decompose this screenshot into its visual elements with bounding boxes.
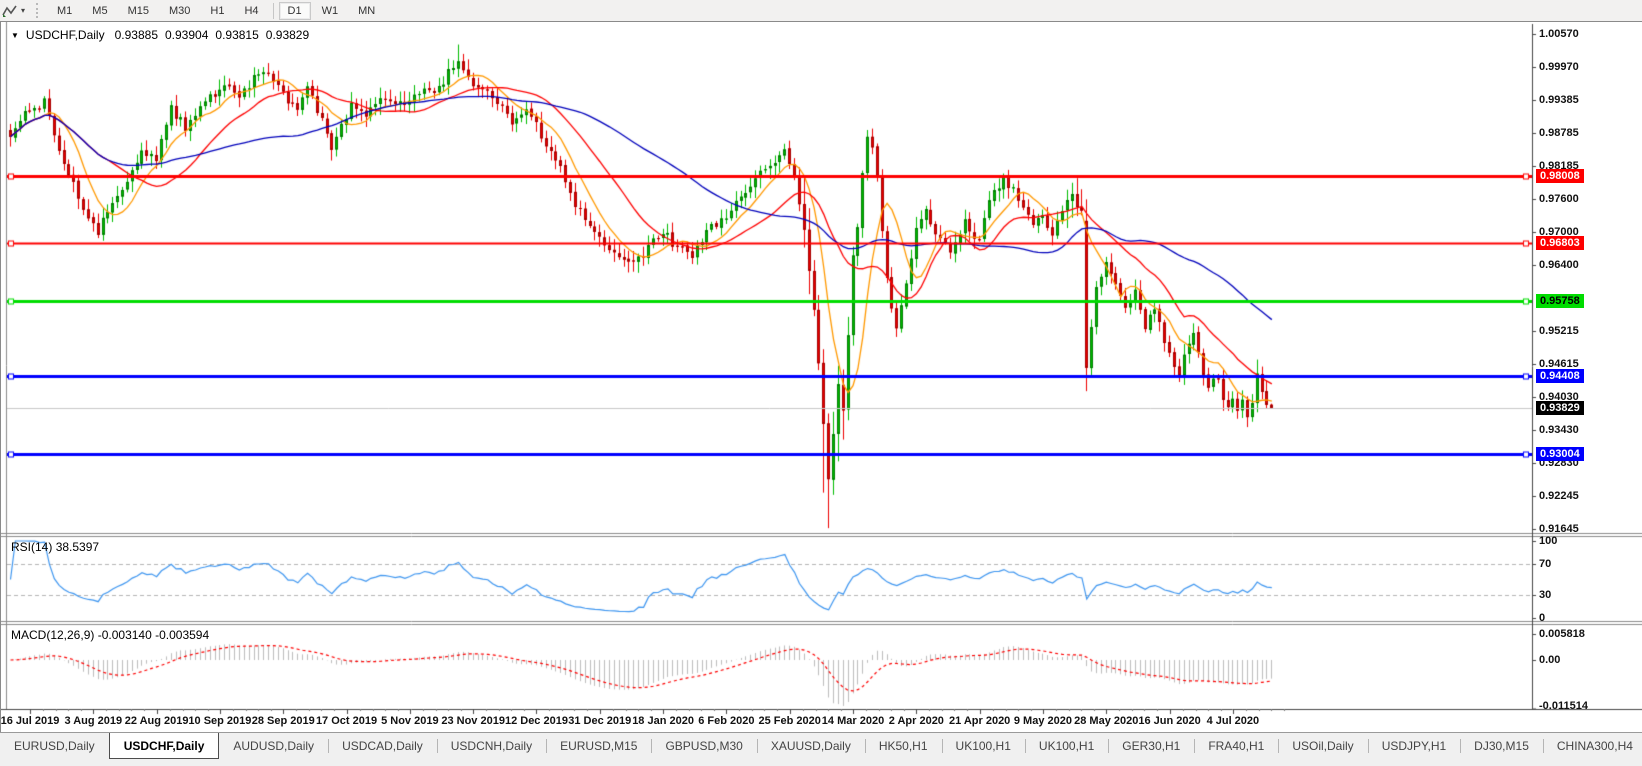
date-axis-label: 16 Jun 2020 (1138, 715, 1200, 727)
price-axis-tick: 0.97600 (1539, 193, 1579, 205)
timeframe-button-h4[interactable]: H4 (235, 2, 267, 20)
chart-tab-audusd-daily[interactable]: AUDUSD,Daily (219, 733, 328, 759)
date-axis-label: 31 Dec 2019 (568, 715, 631, 727)
line-studies-icon[interactable]: ▾ (0, 3, 28, 19)
timeframe-button-w1[interactable]: W1 (313, 2, 348, 20)
ohlc-high: 0.93904 (165, 28, 208, 42)
date-axis-label: 25 Feb 2020 (759, 715, 821, 727)
price-axis-tick: 0.92245 (1539, 490, 1579, 502)
price-axis-tick: 0.99385 (1539, 94, 1579, 106)
price-axis-tick: 0.93430 (1539, 424, 1579, 436)
macd-name: MACD(12,26,9) (11, 628, 94, 642)
rsi-value: 38.5397 (56, 540, 99, 554)
price-axis-tick: 0.91645 (1539, 523, 1579, 535)
date-axis-label: 9 May 2020 (1014, 715, 1072, 727)
chart-tab-dj30-m15[interactable]: DJ30,M15 (1460, 733, 1543, 759)
chart-tab-usdchf-daily[interactable]: USDCHF,Daily (109, 733, 220, 759)
toolbar-grip[interactable] (36, 3, 41, 18)
price-axis-tick: 0.99970 (1539, 61, 1579, 73)
chart-tab-eurusd-daily[interactable]: EURUSD,Daily (0, 733, 109, 759)
date-axis-label: 17 Oct 2019 (316, 715, 377, 727)
price-line-badge: 0.94408 (1536, 369, 1584, 383)
macd-main-value: -0.003140 (98, 628, 152, 642)
ohlc-close: 0.93829 (266, 28, 309, 42)
date-axis-label: 18 Jan 2020 (632, 715, 694, 727)
timeframe-button-m1[interactable]: M1 (48, 2, 81, 20)
chart-tab-uk100-h1[interactable]: UK100,H1 (942, 733, 1025, 759)
timeframe-button-h1[interactable]: H1 (201, 2, 233, 20)
chart-header: ▼ USDCHF,Daily 0.93885 0.93904 0.93815 0.9382… (11, 28, 316, 42)
macd-scale-tick: 0.00 (1539, 654, 1560, 666)
ohlc-low: 0.93815 (215, 28, 258, 42)
chart-tab-china300-h4[interactable]: CHINA300,H4 (1543, 733, 1642, 759)
price-line-badge: 0.93004 (1536, 447, 1584, 461)
chart-tabs: EURUSD,DailyUSDCHF,DailyAUDUSD,DailyUSDC… (0, 733, 1642, 766)
date-axis-label: 28 May 2020 (1074, 715, 1138, 727)
date-axis-label: 14 Mar 2020 (822, 715, 884, 727)
chart-tab-eurusd-m15[interactable]: EURUSD,M15 (546, 733, 651, 759)
chart-tab-fra40-h1[interactable]: FRA40,H1 (1194, 733, 1278, 759)
date-axis-label: 5 Nov 2019 (381, 715, 438, 727)
toolbar-separator (273, 3, 274, 19)
price-axis-tick: 1.00570 (1539, 28, 1579, 40)
rsi-scale-tick: 0 (1539, 612, 1545, 624)
line-studies-caret-icon[interactable]: ▾ (21, 6, 25, 15)
chart-tab-hk50-h1[interactable]: HK50,H1 (865, 733, 942, 759)
date-axis-label: 16 Jul 2019 (1, 715, 60, 727)
chart-tab-xauusd-daily[interactable]: XAUUSD,Daily (757, 733, 865, 759)
chart-tab-usdjpy-h1[interactable]: USDJPY,H1 (1368, 733, 1460, 759)
date-axis-label: 2 Apr 2020 (889, 715, 944, 727)
chart-symbol-title: USDCHF,Daily (26, 28, 105, 42)
price-axis-tick: 0.95215 (1539, 325, 1579, 337)
macd-label: MACD(12,26,9) -0.003140 -0.003594 (11, 628, 209, 642)
date-axis-label: 3 Aug 2019 (64, 715, 122, 727)
macd-scale-tick: -0.011514 (1539, 700, 1588, 712)
timeframe-button-m15[interactable]: M15 (119, 2, 158, 20)
date-axis-label: 23 Nov 2019 (441, 715, 505, 727)
macd-signal-value: -0.003594 (155, 628, 209, 642)
price-line-badge: 0.95758 (1536, 294, 1584, 308)
rsi-scale-tick: 100 (1539, 535, 1557, 547)
rsi-label: RSI(14) 38.5397 (11, 540, 99, 554)
timeframe-button-mn[interactable]: MN (349, 2, 384, 20)
rsi-name: RSI(14) (11, 540, 52, 554)
timeframe-buttons: M1M5M15M30H1H4 D1W1MN (47, 2, 385, 20)
price-axis-tick: 0.96400 (1539, 259, 1579, 271)
price-axis-tick: 0.98785 (1539, 127, 1579, 139)
chart-tab-usdcnh-daily[interactable]: USDCNH,Daily (437, 733, 546, 759)
ohlc-open: 0.93885 (115, 28, 158, 42)
price-chart-canvas[interactable] (1, 22, 1642, 733)
chart-tab-gbpusd-m30[interactable]: GBPUSD,M30 (651, 733, 756, 759)
date-axis-label: 4 Jul 2020 (1207, 715, 1260, 727)
chart-collapse-icon[interactable]: ▼ (11, 31, 19, 40)
date-axis-label: 6 Feb 2020 (698, 715, 754, 727)
chart-tab-uk100-h1[interactable]: UK100,H1 (1025, 733, 1108, 759)
zigzag-glyph (2, 4, 18, 18)
chart-tab-usdcad-daily[interactable]: USDCAD,Daily (328, 733, 437, 759)
chart-tab-bar: EURUSD,DailyUSDCHF,DailyAUDUSD,DailyUSDC… (0, 732, 1642, 766)
mt4-application: ▾ M1M5M15M30H1H4 D1W1MN ▼ USDCHF,Daily 0.93… (0, 0, 1642, 766)
rsi-scale-tick: 70 (1539, 558, 1551, 570)
rsi-scale-tick: 30 (1539, 589, 1551, 601)
date-axis-label: 10 Sep 2019 (188, 715, 251, 727)
chart-window: ▼ USDCHF,Daily 0.93885 0.93904 0.93815 0.9382… (0, 21, 1642, 732)
date-axis-label: 28 Sep 2019 (252, 715, 315, 727)
timeframe-button-m30[interactable]: M30 (160, 2, 199, 20)
date-axis-label: 21 Apr 2020 (949, 715, 1010, 727)
chart-tab-usoil-daily[interactable]: USOil,Daily (1278, 733, 1367, 759)
timeframe-button-d1[interactable]: D1 (279, 2, 311, 20)
chart-tab-ger30-h1[interactable]: GER30,H1 (1108, 733, 1194, 759)
date-axis-label: 12 Dec 2019 (505, 715, 568, 727)
macd-scale-tick: 0.005818 (1539, 628, 1585, 640)
timeframe-toolbar: ▾ M1M5M15M30H1H4 D1W1MN (0, 0, 1642, 21)
current-price-badge: 0.93829 (1536, 401, 1584, 415)
price-line-badge: 0.96803 (1536, 236, 1584, 250)
timeframe-button-m5[interactable]: M5 (83, 2, 116, 20)
price-line-badge: 0.98008 (1536, 169, 1584, 183)
date-axis-label: 22 Aug 2019 (125, 715, 189, 727)
